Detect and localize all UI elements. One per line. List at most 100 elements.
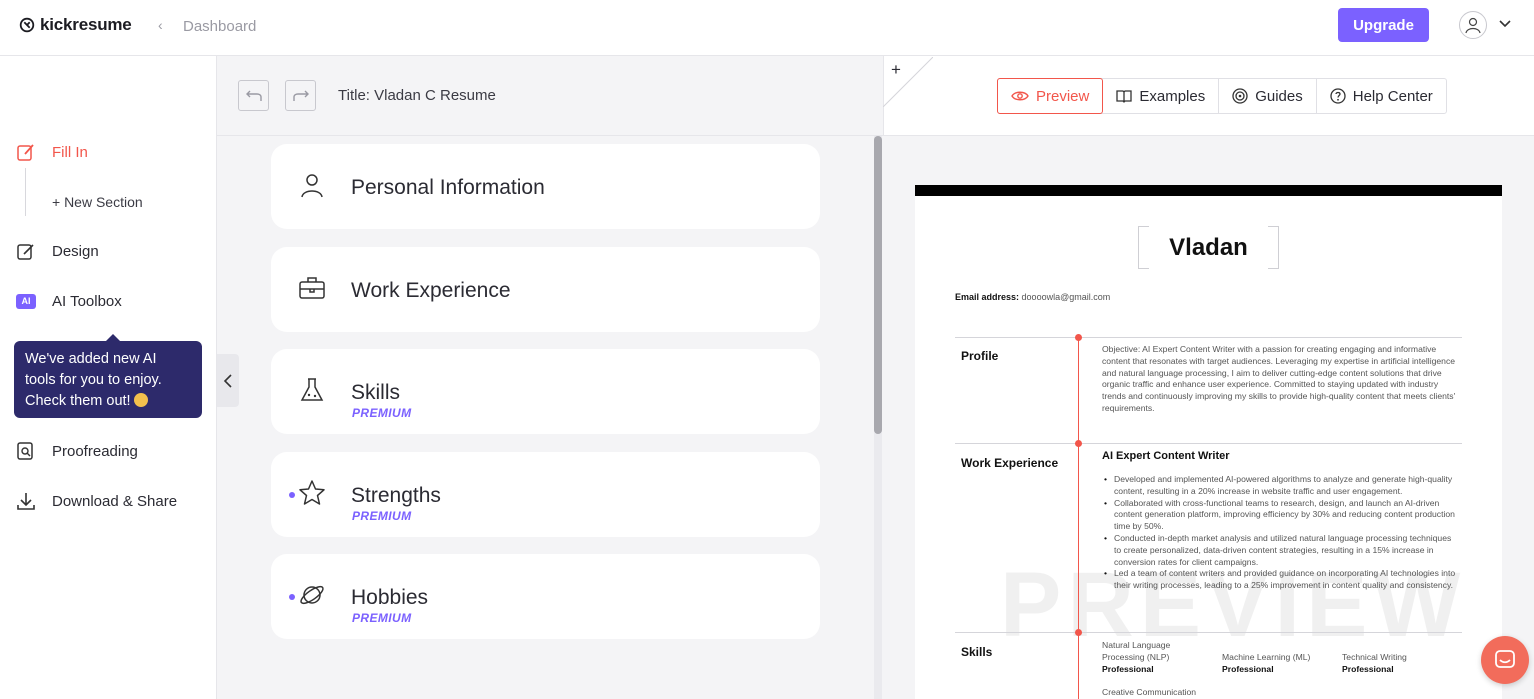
sidebar-item-proofreading[interactable]: Proofreading xyxy=(16,441,138,461)
sidebar-item-label: AI Toolbox xyxy=(52,292,122,310)
editor-header: Title: Vladan C Resume xyxy=(217,56,883,136)
premium-badge: PREMIUM xyxy=(352,406,412,420)
target-icon xyxy=(1232,88,1248,104)
eye-icon xyxy=(1011,91,1029,101)
section-card-personal-information[interactable]: Personal Information xyxy=(271,144,820,229)
skill-item: Technical Writing Professional xyxy=(1342,652,1407,674)
tab-examples[interactable]: Examples xyxy=(1103,79,1220,113)
divider xyxy=(955,337,1462,338)
breadcrumb-dashboard[interactable]: Dashboard xyxy=(183,18,256,35)
resume-preview[interactable]: PREVIEW Vladan Email address: doooowla@g… xyxy=(915,185,1502,699)
bullet: Led a team of content writers and provid… xyxy=(1102,568,1457,592)
divider xyxy=(955,632,1462,633)
sidebar-connector xyxy=(25,168,26,216)
resume-name: Vladan xyxy=(1138,226,1279,269)
tab-help-center[interactable]: Help Center xyxy=(1317,79,1446,113)
sidebar-item-fill-in[interactable]: Fill In xyxy=(16,142,88,162)
person-icon xyxy=(298,171,326,199)
section-card-skills[interactable]: Skills PREMIUM xyxy=(271,349,820,434)
section-card-work-experience[interactable]: Work Experience xyxy=(271,247,820,332)
ai-tooltip[interactable]: We've added new AI tools for you to enjo… xyxy=(14,334,202,418)
timeline-line xyxy=(1078,335,1079,699)
chevron-left-icon xyxy=(223,373,232,388)
section-name: Strengths xyxy=(351,484,441,507)
undo-button[interactable] xyxy=(238,80,269,111)
planet-icon xyxy=(298,581,326,609)
avatar[interactable] xyxy=(1459,11,1487,39)
profile-heading: Profile xyxy=(961,349,999,363)
new-indicator-dot xyxy=(289,594,295,600)
tab-label: Examples xyxy=(1139,87,1206,105)
user-avatar-icon xyxy=(1465,17,1481,34)
chevron-left-icon[interactable]: ‹ xyxy=(158,17,163,33)
job-title: AI Expert Content Writer xyxy=(1102,450,1230,462)
section-card-hobbies[interactable]: Hobbies PREMIUM xyxy=(271,554,820,639)
new-section-link[interactable]: + New Section xyxy=(52,194,143,210)
ai-badge: AI xyxy=(16,293,36,309)
skill-item: Creative Communication xyxy=(1102,687,1197,697)
sidebar-item-ai-toolbox[interactable]: AI AI Toolbox xyxy=(16,291,122,311)
skill-item: Natural Language Processing (NLP) Profess… xyxy=(1102,640,1171,674)
tab-label: Preview xyxy=(1036,87,1090,105)
redo-button[interactable] xyxy=(285,80,316,111)
sidebar-item-label: Proofreading xyxy=(52,442,138,460)
profile-text: Objective: AI Expert Content Writer with… xyxy=(1102,344,1456,413)
sidebar-item-label: Download & Share xyxy=(52,492,178,510)
resume-top-bar xyxy=(915,185,1502,196)
work-heading: Work Experience xyxy=(961,456,1059,470)
preview-tabs: Preview Examples Guides Help Center xyxy=(997,78,1447,114)
collapse-sidebar-button[interactable] xyxy=(217,354,239,407)
bullet: Developed and implemented AI-powered alg… xyxy=(1102,474,1457,498)
resume-email: Email address: doooowla@gmail.com xyxy=(955,292,1111,302)
tab-label: Guides xyxy=(1255,87,1303,105)
section-name: Hobbies xyxy=(351,586,429,609)
job-bullets: Developed and implemented AI-powered alg… xyxy=(1102,474,1457,592)
premium-badge: PREMIUM xyxy=(352,509,412,523)
section-name: Work Experience xyxy=(351,279,511,302)
new-indicator-dot xyxy=(289,492,295,498)
section-card-strengths[interactable]: Strengths PREMIUM xyxy=(271,452,820,537)
book-icon xyxy=(1116,90,1133,103)
flask-icon xyxy=(298,376,326,404)
divider xyxy=(955,443,1462,444)
redo-icon xyxy=(292,90,309,101)
download-icon xyxy=(16,491,36,511)
smile-emoji-icon xyxy=(133,393,148,407)
briefcase-icon xyxy=(298,274,326,302)
bullet: Collaborated with cross-functional teams… xyxy=(1102,498,1457,533)
bullet: Conducted in-depth market analysis and u… xyxy=(1102,533,1457,568)
question-icon xyxy=(1330,88,1346,104)
kickresume-logo-icon xyxy=(19,17,35,33)
sidebar-item-label: Fill In xyxy=(52,143,88,161)
timeline-dot xyxy=(1075,629,1082,636)
chevron-down-icon[interactable] xyxy=(1498,17,1512,31)
premium-badge: PREMIUM xyxy=(352,611,412,625)
star-icon xyxy=(298,479,326,507)
resume-title[interactable]: Title: Vladan C Resume xyxy=(338,87,496,104)
tab-preview[interactable]: Preview xyxy=(997,78,1104,114)
pencil-icon xyxy=(16,241,36,261)
timeline-dot xyxy=(1075,440,1082,447)
timeline-dot xyxy=(1075,334,1082,341)
sidebar-item-download-share[interactable]: Download & Share xyxy=(16,491,177,511)
chat-icon xyxy=(1495,650,1515,668)
undo-icon xyxy=(245,90,262,101)
magnifier-doc-icon xyxy=(16,441,36,461)
tab-guides[interactable]: Guides xyxy=(1219,79,1317,113)
sidebar-item-design[interactable]: Design xyxy=(16,241,99,261)
logo[interactable]: kickresume xyxy=(18,15,132,35)
chat-button[interactable] xyxy=(1481,636,1529,684)
upgrade-button[interactable]: Upgrade xyxy=(1338,8,1429,42)
scrollbar-thumb[interactable] xyxy=(874,136,882,434)
skill-item: Machine Learning (ML) Professional xyxy=(1222,652,1311,674)
logo-text: kickresume xyxy=(40,15,132,34)
skills-heading: Skills xyxy=(961,645,993,659)
section-name: Personal Information xyxy=(351,176,545,199)
top-bar: kickresume ‹ Dashboard Upgrade xyxy=(0,0,1534,56)
tab-label: Help Center xyxy=(1352,87,1433,105)
left-sidebar: Fill In + New Section Design AI AI Toolb… xyxy=(0,56,217,699)
edit-icon xyxy=(16,142,36,162)
sidebar-item-label: Design xyxy=(52,242,99,260)
section-name: Skills xyxy=(351,381,401,404)
plus-icon[interactable]: + xyxy=(891,60,901,80)
